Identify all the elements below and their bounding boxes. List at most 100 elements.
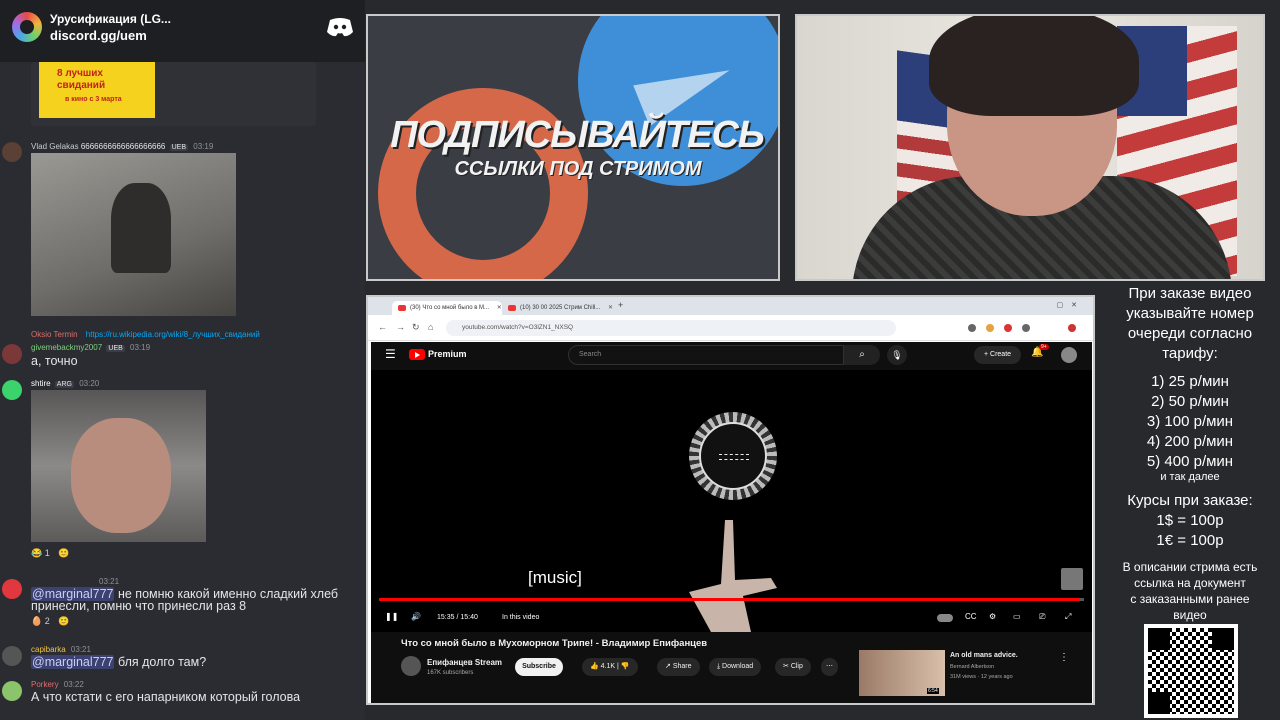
timestamp: 03:21 (99, 577, 120, 586)
home-icon[interactable]: ⌂ (428, 322, 433, 332)
username[interactable]: Oksio Termin (31, 330, 78, 339)
channel-avatar[interactable] (401, 656, 421, 676)
share-button[interactable]: ↗ Share (657, 658, 700, 676)
search-input[interactable]: Search (568, 345, 844, 365)
reactions: 😂 1 🙂 (31, 548, 75, 559)
user-mention[interactable]: @marginal777 (31, 655, 115, 669)
forward-icon[interactable]: → (396, 322, 405, 332)
poster-attachment[interactable]: 8 лучших свиданий в кино с 3 марта (31, 62, 316, 126)
server-name: Урусификация (LG... (50, 12, 171, 26)
volume-icon[interactable]: 🔊 (411, 612, 421, 621)
clip-button[interactable]: ✂ Clip (775, 658, 811, 676)
captions-icon[interactable]: CC (965, 612, 977, 621)
qr-code[interactable] (1144, 624, 1238, 718)
microphone-icon[interactable]: 🎙 (887, 345, 907, 365)
tab-close-icon[interactable]: ✕ (608, 305, 613, 311)
progress-fill (379, 598, 1081, 601)
download-button[interactable]: ⤓ Download (709, 658, 762, 676)
youtube-favicon-icon (398, 305, 406, 311)
streamer-hair (929, 16, 1139, 116)
timestamp: 03:19 (130, 343, 151, 352)
autoplay-toggle[interactable] (937, 614, 953, 622)
discord-logo-icon (327, 18, 353, 37)
extension-icon[interactable] (986, 324, 994, 332)
account-avatar[interactable] (1061, 347, 1077, 363)
tab-youtube-video[interactable]: (30) Что со мной было в М... ✕ (392, 301, 502, 315)
tariff-3: 3) 100 р/мин (1146, 413, 1234, 430)
image-attachment[interactable] (31, 390, 206, 542)
chapter-label[interactable]: In this video (502, 614, 539, 621)
message-header: shtire ARG 03:20 (31, 379, 99, 388)
timestamp: 03:22 (63, 680, 84, 689)
stream-layout: Урусификация (LG... discord.gg/uem 8 луч… (0, 0, 1280, 720)
notification-count: 9+ (1039, 344, 1049, 350)
channel-name[interactable]: Епифанцев Stream (427, 658, 502, 667)
username[interactable]: capibarka (31, 645, 66, 654)
back-icon[interactable]: ← (378, 322, 387, 332)
more-actions-button[interactable]: ⋯ (821, 658, 838, 676)
wiki-link[interactable]: https://ru.wikipedia.org/wiki/8_лучших_с… (86, 330, 260, 339)
qr-pattern (1148, 628, 1234, 714)
window-controls[interactable]: ▢✕ (1057, 301, 1085, 309)
youtube-logo-icon[interactable] (409, 349, 425, 360)
video-player[interactable]: [music] ❚❚ 🔊 15:35 / 15:40 In this video… (371, 370, 1092, 632)
message-inline-text: 6666666666666666666 (80, 142, 166, 151)
timestamp: 03:20 (79, 379, 100, 388)
message-header: capibarka 03:21 (31, 645, 91, 654)
reaction[interactable]: 😂 1 (31, 548, 50, 559)
extension-icon[interactable] (1004, 324, 1012, 332)
profile-icon[interactable] (1068, 324, 1076, 332)
channel-watermark[interactable] (1061, 568, 1083, 590)
image-attachment[interactable] (31, 153, 236, 316)
subscribe-button[interactable]: Subscribe (515, 658, 563, 676)
recommended-meta: 31M views · 12 years ago (950, 674, 1013, 680)
recommended-title[interactable]: An old mans advice. (950, 652, 1018, 659)
message-header: Vlad Gelakas 6666666666666666666 UEB 03:… (31, 142, 213, 151)
rate-eur: 1€ = 100р (1156, 532, 1224, 549)
server-invite[interactable]: discord.gg/uem (50, 28, 147, 43)
miniplayer-icon[interactable]: ▭ (1013, 612, 1021, 621)
extension-icon[interactable] (968, 324, 976, 332)
reaction[interactable]: 🥚 2 (31, 616, 50, 627)
extension-icon[interactable] (1022, 324, 1030, 332)
video-title: Что со мной было в Мухоморном Трипе! - В… (401, 638, 708, 649)
fullscreen-icon[interactable]: ⤢ (1065, 612, 1071, 622)
username[interactable]: Porkery (31, 680, 59, 689)
youtube-brand: Premium (428, 349, 467, 359)
youtube-topbar: ☰ Premium Search ⌕ 🎙 + Create 🔔 9+ (371, 342, 1092, 368)
avatar (2, 681, 22, 701)
url-input[interactable]: youtube.com/watch?v=O3lZN1_NXSQ (446, 320, 896, 336)
webcam-feed (795, 14, 1265, 281)
avatar (2, 142, 22, 162)
menu-icon[interactable]: ☰ (385, 347, 396, 361)
recommended-channel: Bernard Albertson (950, 664, 995, 670)
reaction[interactable]: 🙂 (58, 548, 69, 559)
order-text-4: тарифу: (1162, 345, 1218, 362)
tab-close-icon[interactable]: ✕ (497, 305, 502, 311)
new-tab-icon[interactable]: + (618, 300, 623, 310)
tariff-4: 4) 200 р/мин (1146, 433, 1234, 450)
progress-bar[interactable] (379, 598, 1084, 601)
like-button[interactable]: 👍 4.1K | 👎 (582, 658, 638, 676)
order-text-3: очереди согласно (1127, 325, 1253, 342)
desc-4: видео (1173, 608, 1207, 622)
reload-icon[interactable]: ↻ (412, 322, 420, 333)
discord-header: Урусификация (LG... discord.gg/uem (0, 0, 365, 62)
poster-image: 8 лучших свиданий в кино с 3 марта (39, 62, 155, 118)
create-button[interactable]: + Create (974, 346, 1021, 364)
search-icon[interactable]: ⌕ (844, 345, 880, 365)
tariff-5: 5) 400 р/мин (1146, 453, 1234, 470)
message-text: @marginal777 бля долго там? (31, 655, 206, 669)
username[interactable]: shtire (31, 379, 51, 388)
youtube-page: ☰ Premium Search ⌕ 🎙 + Create 🔔 9+ [musi… (371, 342, 1092, 703)
username[interactable]: givemebackmy2007 (31, 343, 102, 352)
settings-icon[interactable]: ⚙ (989, 612, 996, 621)
more-options-icon[interactable]: ⋮ (1059, 652, 1069, 663)
reaction[interactable]: 🙂 (58, 616, 69, 627)
message-header: 03:21 (96, 577, 119, 586)
clip-label: Clip (790, 663, 803, 670)
pause-icon[interactable]: ❚❚ (385, 612, 398, 621)
tab-youtube-stream[interactable]: (10) 30 00 2025 Стрим Chill... ✕ (502, 301, 613, 315)
cast-icon[interactable]: ⎚ (1039, 612, 1045, 622)
username[interactable]: Vlad Gelakas (31, 142, 79, 151)
